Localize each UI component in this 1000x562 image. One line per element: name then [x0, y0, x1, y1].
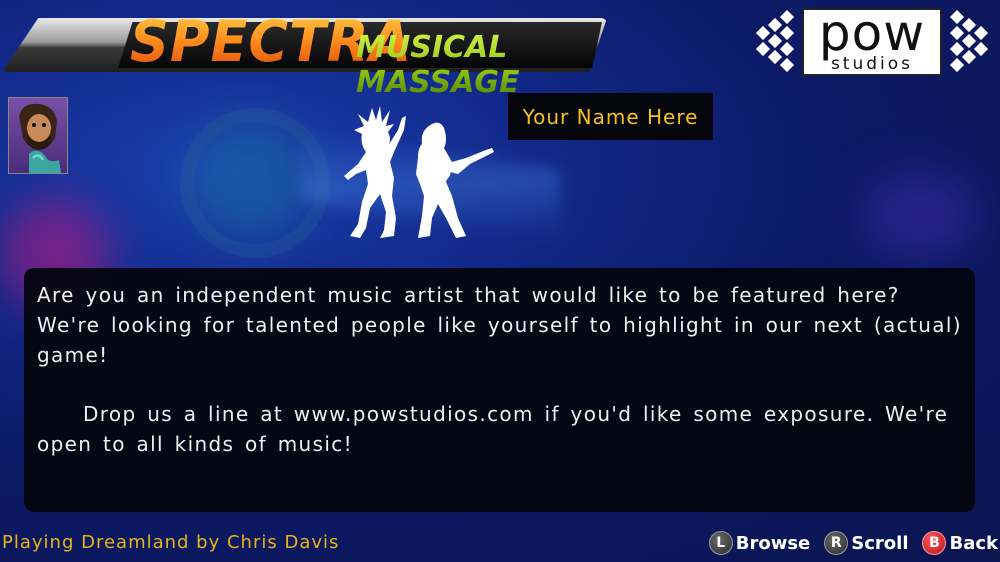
pow-logo-box: pow studios: [802, 4, 942, 76]
scroll-label: Scroll: [851, 532, 909, 554]
description-paragraph: Are you an independent music artist that…: [37, 283, 962, 367]
background-glow: [860, 170, 980, 260]
game-logo: SPECTRA MUSICAL MASSAGE: [0, 8, 612, 100]
browse-control[interactable]: L Browse: [708, 531, 811, 555]
brand-sub: studios: [830, 54, 914, 74]
l-button-icon: L: [708, 531, 733, 555]
back-label: Back: [949, 532, 998, 554]
diamond-pattern-icon: [755, 10, 795, 73]
diamond-pattern-icon: [949, 10, 989, 73]
browse-label: Browse: [735, 532, 811, 554]
artist-name: Your Name Here: [522, 104, 699, 129]
pow-studios-logo: pow studios: [752, 4, 992, 78]
back-control[interactable]: B Back: [922, 531, 998, 555]
now-playing: Playing Dreamland by Chris Davis: [2, 532, 340, 553]
control-hints: L Browse R Scroll B Back: [708, 531, 998, 555]
b-button-icon: B: [922, 531, 947, 555]
logo-subtitle: MUSICAL MASSAGE: [356, 30, 612, 100]
band-silhouette-icon: [344, 106, 494, 238]
r-button-icon: R: [824, 531, 849, 555]
description-paragraph: Drop us a line at www.powstudios.com if …: [37, 402, 949, 456]
description-panel[interactable]: Are you an independent music artist that…: [24, 268, 975, 512]
artist-avatar: [8, 97, 68, 174]
artist-name-box: Your Name Here: [508, 93, 713, 140]
avatar-portrait-icon: [19, 103, 61, 173]
scroll-control[interactable]: R Scroll: [824, 531, 908, 555]
